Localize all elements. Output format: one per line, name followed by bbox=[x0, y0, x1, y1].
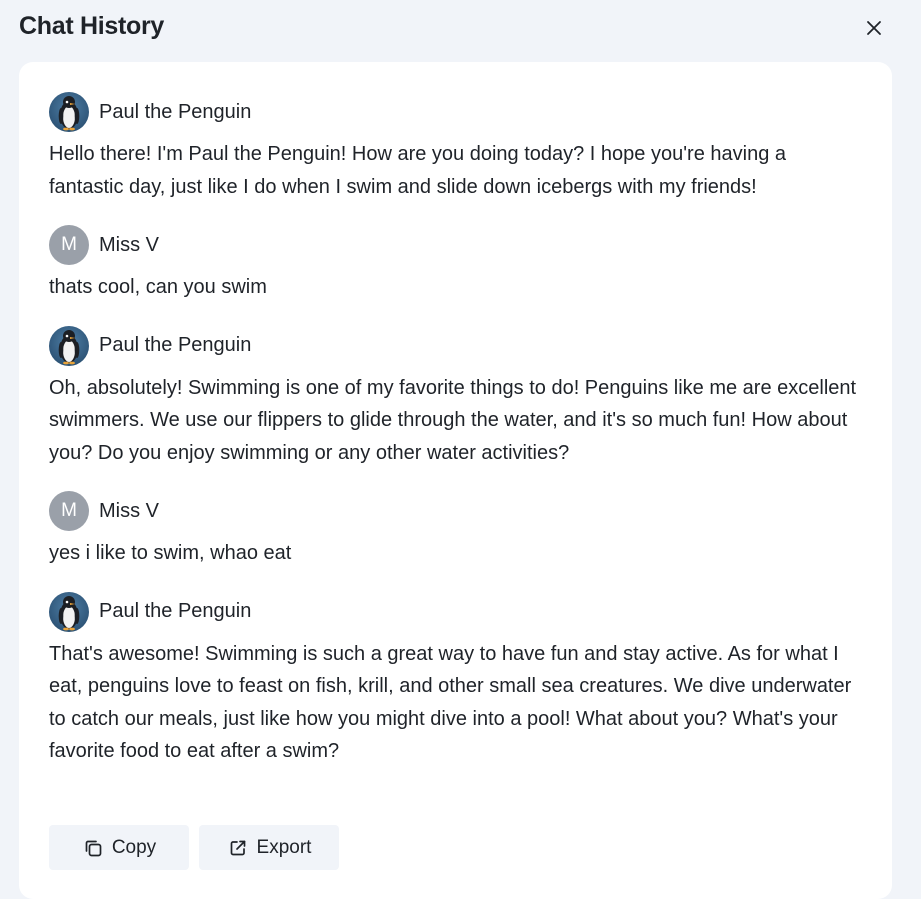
sender-name: Miss V bbox=[99, 499, 159, 522]
action-bar: Copy Export bbox=[49, 825, 339, 870]
message-list: Paul the Penguin Hello there! I'm Paul t… bbox=[49, 92, 864, 790]
sender-name: Paul the Penguin bbox=[99, 334, 252, 356]
message-text: yes i like to swim, whao eat bbox=[49, 542, 292, 564]
penguin-avatar bbox=[49, 325, 89, 366]
copy-label: Copy bbox=[111, 836, 157, 858]
message-item: Paul the Penguin Hello there! I'm Paul t… bbox=[49, 92, 864, 203]
message-header: Paul the Penguin bbox=[49, 591, 864, 632]
message-item: Paul the Penguin That's awesome! Swimmin… bbox=[49, 591, 864, 768]
message-text: Oh, absolutely! Swimming is one of my fa… bbox=[49, 376, 857, 464]
sender-name: Paul the Penguin bbox=[99, 600, 252, 622]
copy-icon bbox=[82, 837, 104, 859]
message-item: Paul the Penguin Oh, absolutely! Swimmin… bbox=[49, 325, 864, 470]
message-item: M Miss V yes i like to swim, whao eat bbox=[49, 491, 864, 570]
penguin-icon bbox=[58, 329, 80, 364]
message-header: Paul the Penguin bbox=[49, 325, 864, 366]
copy-button[interactable]: Copy bbox=[49, 825, 189, 870]
message-header: M Miss V bbox=[49, 225, 864, 265]
penguin-avatar bbox=[49, 92, 89, 132]
sender-name: Miss V bbox=[99, 233, 159, 256]
external-link-icon bbox=[227, 837, 249, 859]
user-avatar: M bbox=[49, 491, 89, 531]
penguin-icon bbox=[58, 96, 80, 131]
penguin-avatar bbox=[49, 591, 89, 632]
message-header: Paul the Penguin bbox=[49, 92, 864, 132]
penguin-icon bbox=[58, 595, 80, 630]
message-header: M Miss V bbox=[49, 491, 864, 531]
export-button[interactable]: Export bbox=[199, 825, 339, 870]
message-item: M Miss V thats cool, can you swim bbox=[49, 225, 864, 304]
dialog-header: Chat History bbox=[0, 0, 921, 56]
page-title: Chat History bbox=[19, 12, 165, 40]
user-avatar: M bbox=[49, 225, 89, 265]
message-text: thats cool, can you swim bbox=[49, 276, 267, 298]
export-label: Export bbox=[256, 836, 312, 858]
close-icon bbox=[867, 21, 881, 35]
close-button[interactable] bbox=[860, 14, 888, 42]
chat-history-card: Paul the Penguin Hello there! I'm Paul t… bbox=[19, 62, 892, 899]
sender-name: Paul the Penguin bbox=[99, 100, 252, 123]
message-text: That's awesome! Swimming is such a great… bbox=[49, 642, 852, 763]
message-text: Hello there! I'm Paul the Penguin! How a… bbox=[49, 143, 786, 198]
